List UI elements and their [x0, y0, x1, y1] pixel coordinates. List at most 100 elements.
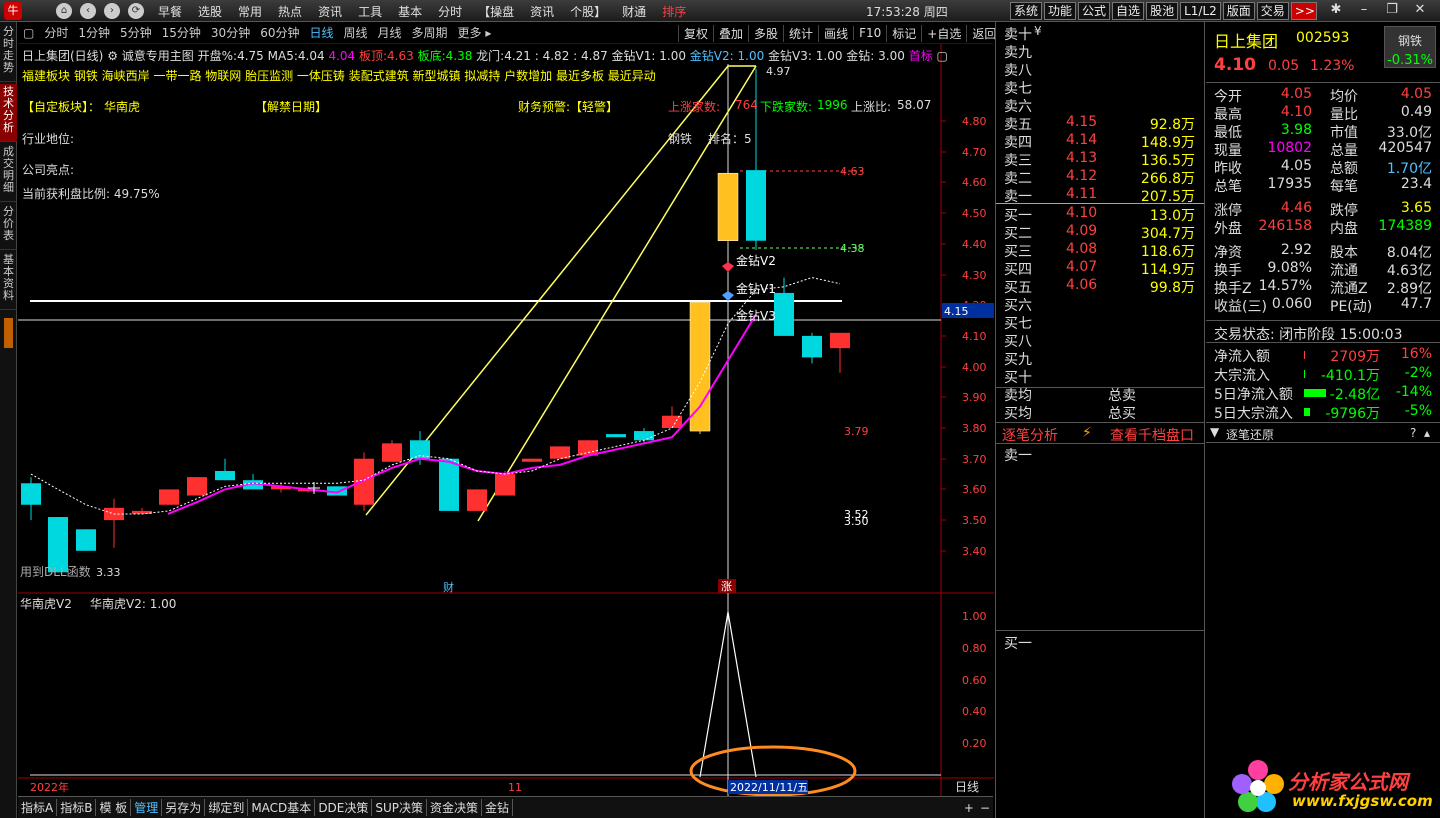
period-tab[interactable]: 月线	[373, 24, 407, 41]
tick-analysis-title[interactable]: 逐笔分析	[1002, 425, 1058, 445]
home-icon[interactable]: ⌂	[56, 3, 72, 19]
formula-button[interactable]: 公式	[1078, 2, 1111, 20]
tab-fundamentals[interactable]: 基本资料	[0, 252, 17, 310]
mark-button[interactable]: 标记	[886, 24, 921, 42]
tab-save-as[interactable]: 另存为	[162, 799, 206, 816]
settings-icon[interactable]: ✱	[1322, 2, 1350, 17]
orderbook-row[interactable]: 买三 4.08 118.6万	[996, 241, 1201, 260]
period-tab[interactable]: 60分钟	[255, 24, 304, 41]
menu-item[interactable]: 个股】	[562, 3, 614, 20]
tab-trades[interactable]: 成交明细	[0, 144, 17, 202]
help-icon[interactable]: ?	[1410, 426, 1416, 440]
info-settings-icon[interactable]: ⚙	[107, 49, 118, 63]
zoom-out-icon[interactable]: −	[977, 801, 993, 815]
menu-item[interactable]: 分时	[430, 3, 470, 20]
orderbook-row[interactable]: 买六	[996, 295, 1201, 314]
multi-stock-button[interactable]: 多股	[748, 24, 783, 42]
close-chart-icon[interactable]: ▢	[937, 49, 948, 63]
period-tab[interactable]: 多周期	[407, 24, 453, 41]
period-tab[interactable]: 分时	[39, 24, 73, 41]
tab-sup[interactable]: SUP决策	[372, 799, 428, 816]
kline-chart[interactable]: 4.804.704.604.504.404.304.204.104.003.90…	[18, 44, 994, 796]
collapse-handle[interactable]	[4, 318, 13, 348]
tab-indicator-a[interactable]: 指标A	[18, 799, 58, 816]
orderbook-row[interactable]: 卖五 4.15 92.8万	[996, 114, 1201, 133]
tab-fund[interactable]: 资金决策	[427, 799, 483, 816]
back-icon[interactable]: ‹	[80, 3, 96, 19]
menu-item[interactable]: 资讯	[310, 3, 350, 20]
tab-dde[interactable]: DDE决策	[315, 799, 373, 816]
zoom-in-icon[interactable]: +	[961, 801, 977, 815]
period-tab-daily[interactable]: 日线	[304, 24, 338, 41]
f10-button[interactable]: F10	[853, 26, 886, 40]
menu-item[interactable]: 排序	[654, 3, 694, 20]
period-tab[interactable]: 5分钟	[115, 24, 157, 41]
tab-bind[interactable]: 绑定到	[205, 799, 249, 816]
system-button[interactable]: 系统	[1010, 2, 1043, 20]
function-button[interactable]: 功能	[1044, 2, 1077, 20]
depth-link[interactable]: 查看千档盘口	[1110, 425, 1194, 445]
orderbook-row[interactable]: 卖十	[996, 24, 1201, 43]
tab-technical[interactable]: 技术分析	[0, 84, 17, 142]
orderbook-row[interactable]: 卖二 4.12 266.8万	[996, 168, 1201, 187]
stock-pool-button[interactable]: 股池	[1146, 2, 1179, 20]
period-tab[interactable]: 1分钟	[73, 24, 115, 41]
orderbook-row[interactable]: 买五 4.06 99.8万	[996, 277, 1201, 296]
tick-restore-title[interactable]: 逐笔还原	[1226, 426, 1274, 443]
collapse-icon[interactable]: ▴	[1424, 426, 1430, 440]
orderbook-row[interactable]: 买八	[996, 331, 1201, 350]
menu-item[interactable]: 早餐	[150, 3, 190, 20]
orderbook-row[interactable]: 买九	[996, 349, 1201, 368]
overlay-button[interactable]: 叠加	[713, 24, 748, 42]
formula-name[interactable]: 诚意专用主图	[122, 49, 194, 63]
orderbook-row[interactable]: 卖九	[996, 42, 1201, 61]
tab-intraday[interactable]: 分时走势	[0, 24, 17, 82]
period-tab[interactable]: 周线	[339, 24, 373, 41]
orderbook-row[interactable]: 买二 4.09 304.7万	[996, 223, 1201, 242]
period-tab[interactable]: 15分钟	[157, 24, 206, 41]
menu-item[interactable]: 选股	[190, 3, 230, 20]
tab-jz[interactable]: 金钻	[482, 799, 514, 816]
tab-macd[interactable]: MACD基本	[248, 799, 316, 816]
stats-button[interactable]: 统计	[783, 24, 818, 42]
orderbook-row[interactable]: 买一 4.10 13.0万	[996, 205, 1201, 224]
period-more[interactable]: 更多 ▸	[453, 24, 497, 41]
orderbook-row[interactable]: 卖一 4.11 207.5万	[996, 186, 1201, 205]
watchlist-button[interactable]: 自选	[1112, 2, 1145, 20]
orderbook-row[interactable]: 卖四 4.14 148.9万	[996, 132, 1201, 151]
orderbook-row[interactable]: 卖六	[996, 96, 1201, 115]
maximize-icon[interactable]: ❐	[1378, 2, 1406, 17]
orderbook-row[interactable]: 卖八	[996, 60, 1201, 79]
menu-item[interactable]: 工具	[350, 3, 390, 20]
tick-restore-icon[interactable]: ▼	[1210, 425, 1219, 439]
draw-button[interactable]: 画线	[818, 24, 853, 42]
orderbook-row[interactable]: 卖七	[996, 78, 1201, 97]
forward-icon[interactable]: ›	[104, 3, 120, 19]
menu-item[interactable]: 【操盘	[470, 3, 522, 20]
menu-item[interactable]: 基本	[390, 3, 430, 20]
orderbook-row[interactable]: 买七	[996, 313, 1201, 332]
tab-indicator-b[interactable]: 指标B	[57, 799, 97, 816]
menu-item[interactable]: 财通	[614, 3, 654, 20]
more-button[interactable]: >>	[1290, 2, 1317, 20]
menu-item[interactable]: 常用	[230, 3, 270, 20]
level-button[interactable]: L1/L2	[1180, 2, 1221, 20]
orderbook-row[interactable]: 买十	[996, 367, 1201, 386]
chart-menu-icon[interactable]: ▢	[18, 26, 39, 40]
menu-item[interactable]: 热点	[270, 3, 310, 20]
trade-button[interactable]: 交易	[1256, 2, 1289, 20]
add-watch-button[interactable]: +自选	[921, 24, 966, 42]
adjust-button[interactable]: 复权	[678, 24, 713, 42]
sector-box[interactable]: 钢铁 -0.31%	[1384, 26, 1436, 68]
tab-template[interactable]: 模 板	[96, 799, 132, 816]
orderbook-row[interactable]: 卖三 4.13 136.5万	[996, 150, 1201, 169]
minimize-icon[interactable]: –	[1350, 2, 1378, 17]
period-tab[interactable]: 30分钟	[206, 24, 255, 41]
layout-button[interactable]: 版面	[1222, 2, 1255, 20]
tab-manage[interactable]: 管理	[131, 799, 163, 816]
close-icon[interactable]: ✕	[1406, 2, 1434, 17]
refresh-icon[interactable]: ⟳	[128, 3, 144, 19]
menu-item[interactable]: 资讯	[522, 3, 562, 20]
tab-price-table[interactable]: 分价表	[0, 204, 17, 250]
orderbook-row[interactable]: 买四 4.07 114.9万	[996, 259, 1201, 278]
